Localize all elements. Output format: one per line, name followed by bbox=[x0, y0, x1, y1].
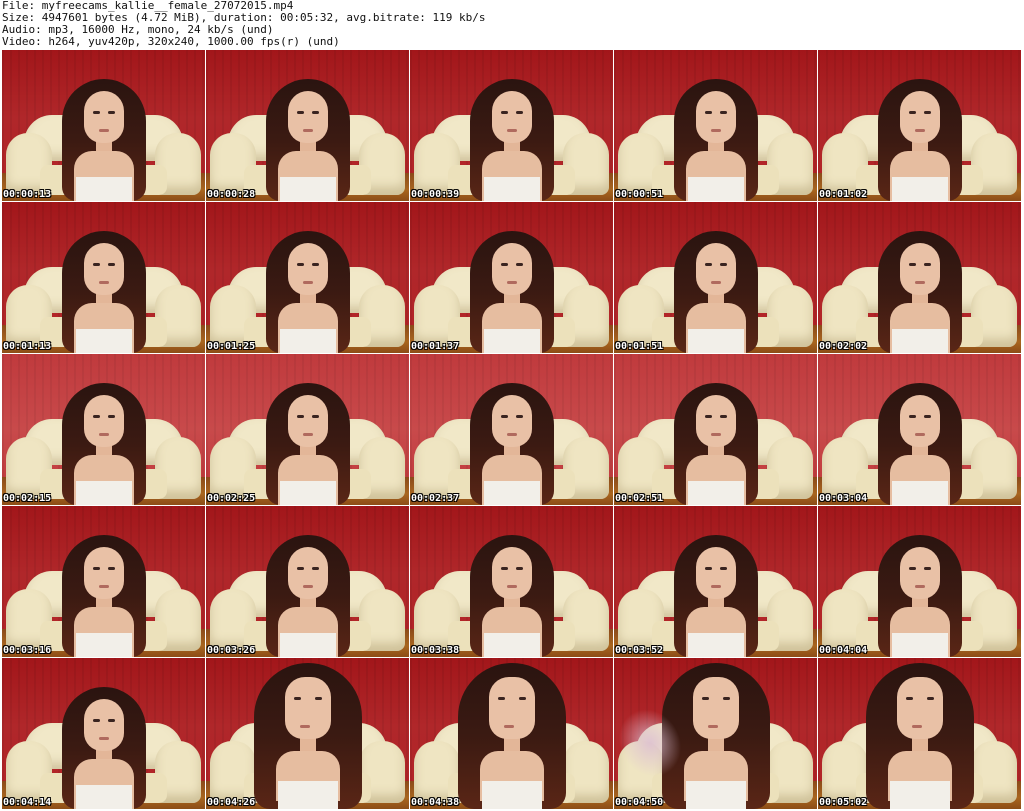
person bbox=[452, 369, 572, 505]
video-info-header: File: myfreecams_kallie__female_27072015… bbox=[2, 0, 1020, 48]
thumbnail-frame: 00:00:13 bbox=[2, 50, 205, 201]
person bbox=[860, 65, 980, 201]
thumbnail-frame: 00:01:02 bbox=[818, 50, 1021, 201]
frame-timestamp: 00:03:38 bbox=[411, 645, 460, 656]
frame-timestamp: 00:05:02 bbox=[819, 797, 868, 808]
thumbnail-frame: 00:02:02 bbox=[818, 202, 1021, 353]
person bbox=[452, 521, 572, 657]
frame-timestamp: 00:02:25 bbox=[207, 493, 256, 504]
person bbox=[656, 217, 776, 353]
thumbnail-frame: 00:03:26 bbox=[206, 506, 409, 657]
frame-timestamp: 00:03:52 bbox=[615, 645, 664, 656]
frame-timestamp: 00:04:04 bbox=[819, 645, 868, 656]
person bbox=[452, 65, 572, 201]
frame-timestamp: 00:00:51 bbox=[615, 189, 664, 200]
frame-timestamp: 00:01:51 bbox=[615, 341, 664, 352]
frame-timestamp: 00:00:13 bbox=[3, 189, 52, 200]
thumbnail-frame: 00:03:38 bbox=[410, 506, 613, 657]
person bbox=[248, 217, 368, 353]
thumbnail-frame: 00:00:39 bbox=[410, 50, 613, 201]
frame-timestamp: 00:01:25 bbox=[207, 341, 256, 352]
frame-timestamp: 00:00:28 bbox=[207, 189, 256, 200]
frame-timestamp: 00:00:39 bbox=[411, 189, 460, 200]
video-info-line: Video: h264, yuv420p, 320x240, 1000.00 f… bbox=[2, 35, 340, 48]
thumbnail-frame: 00:02:15 bbox=[2, 354, 205, 505]
frame-timestamp: 00:01:37 bbox=[411, 341, 460, 352]
frame-timestamp: 00:04:26 bbox=[207, 797, 256, 808]
thumbnail-frame: 00:00:28 bbox=[206, 50, 409, 201]
frame-timestamp: 00:03:04 bbox=[819, 493, 868, 504]
frame-timestamp: 00:02:15 bbox=[3, 493, 52, 504]
person bbox=[656, 65, 776, 201]
thumbnail-frame: 00:02:25 bbox=[206, 354, 409, 505]
thumbnail-frame: 00:02:51 bbox=[614, 354, 817, 505]
person bbox=[452, 217, 572, 353]
person bbox=[44, 521, 164, 657]
thumbnail-frame: 00:03:04 bbox=[818, 354, 1021, 505]
thumbnail-frame: 00:03:52 bbox=[614, 506, 817, 657]
person bbox=[860, 369, 980, 505]
person bbox=[238, 659, 378, 809]
frame-timestamp: 00:02:51 bbox=[615, 493, 664, 504]
thumbnail-frame: 00:04:50 bbox=[614, 658, 817, 809]
person bbox=[656, 521, 776, 657]
person bbox=[44, 217, 164, 353]
thumbnail-frame: 00:04:04 bbox=[818, 506, 1021, 657]
person bbox=[44, 369, 164, 505]
person bbox=[442, 659, 582, 809]
frame-timestamp: 00:02:02 bbox=[819, 341, 868, 352]
person bbox=[850, 659, 990, 809]
person bbox=[44, 673, 164, 809]
person bbox=[44, 65, 164, 201]
frame-timestamp: 00:01:13 bbox=[3, 341, 52, 352]
person bbox=[860, 521, 980, 657]
frame-timestamp: 00:04:14 bbox=[3, 797, 52, 808]
thumbnail-frame: 00:01:51 bbox=[614, 202, 817, 353]
thumbnail-frame: 00:04:14 bbox=[2, 658, 205, 809]
person bbox=[656, 369, 776, 505]
thumbnail-frame: 00:04:26 bbox=[206, 658, 409, 809]
person bbox=[860, 217, 980, 353]
frame-timestamp: 00:04:38 bbox=[411, 797, 460, 808]
thumbnail-frame: 00:05:02 bbox=[818, 658, 1021, 809]
frame-timestamp: 00:02:37 bbox=[411, 493, 460, 504]
frame-timestamp: 00:04:50 bbox=[615, 797, 664, 808]
person bbox=[248, 65, 368, 201]
thumbnail-frame: 00:02:37 bbox=[410, 354, 613, 505]
frame-timestamp: 00:03:16 bbox=[3, 645, 52, 656]
thumbnail-frame: 00:01:37 bbox=[410, 202, 613, 353]
thumbnail-frame: 00:04:38 bbox=[410, 658, 613, 809]
person bbox=[248, 369, 368, 505]
thumbnail-frame: 00:03:16 bbox=[2, 506, 205, 657]
person bbox=[248, 521, 368, 657]
thumbnail-frame: 00:01:13 bbox=[2, 202, 205, 353]
frame-timestamp: 00:01:02 bbox=[819, 189, 868, 200]
frame-timestamp: 00:03:26 bbox=[207, 645, 256, 656]
thumbnail-frame: 00:00:51 bbox=[614, 50, 817, 201]
thumbnail-grid: 00:00:13 00:00:28 00:00:39 00:00:51 00:0… bbox=[2, 50, 1022, 810]
thumbnail-frame: 00:01:25 bbox=[206, 202, 409, 353]
